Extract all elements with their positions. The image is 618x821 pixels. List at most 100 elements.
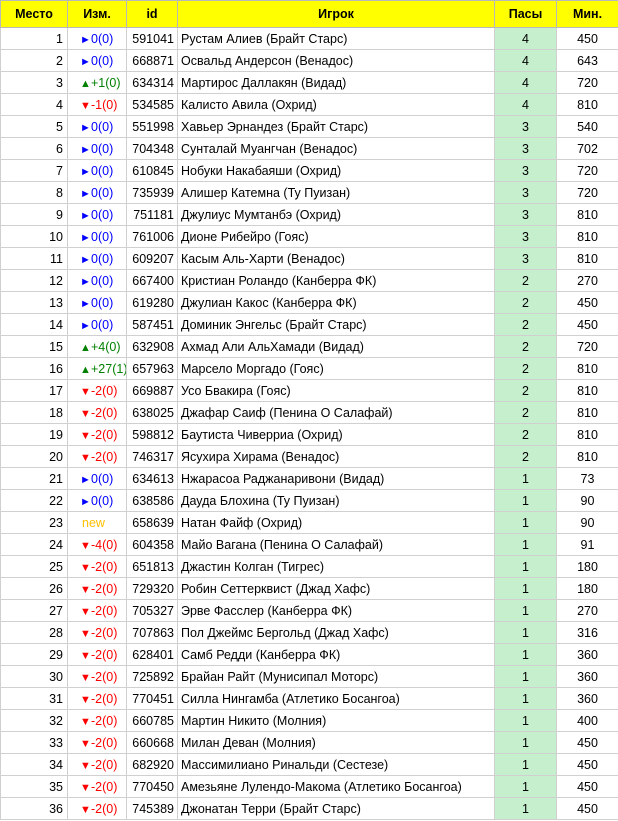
change-indicator: ►0(0) <box>80 472 113 486</box>
header-player[interactable]: Игрок <box>177 0 495 28</box>
id-cell: 735939 <box>126 181 178 204</box>
table-row[interactable]: 36 ▼-2(0) 745389 Джонатан Терри (Брайт Стар… <box>0 797 618 820</box>
change-value: -2(0) <box>91 383 118 398</box>
minutes-cell: 810 <box>556 203 618 226</box>
table-row[interactable]: 25 ▼-2(0) 651813 Джастин Колган (Тигрес) 1 18… <box>0 555 618 578</box>
triangle-down-icon: ▼ <box>80 539 91 552</box>
table-row[interactable]: 21 ►0(0) 634613 Нжарасоа Раджанаривони (Вид… <box>0 467 618 490</box>
passes-cell: 2 <box>494 357 557 380</box>
passes-cell: 1 <box>494 577 557 600</box>
table-row[interactable]: 33 ▼-2(0) 660668 Милан Деван (Молния) 1 450 <box>0 731 618 754</box>
player-cell: Алишер Катемна (Ту Пуизан) <box>177 181 495 204</box>
id-cell: 628401 <box>126 643 178 666</box>
change-indicator: ►0(0) <box>80 208 113 222</box>
change-indicator: ▼-2(0) <box>80 428 117 442</box>
passes-cell: 1 <box>494 555 557 578</box>
triangle-down-icon: ▼ <box>80 451 91 464</box>
table-row[interactable]: 15 ▲+4(0) 632908 Ахмад Али АльХамади (Видад… <box>0 335 618 358</box>
triangle-down-icon: ▼ <box>80 649 91 662</box>
minutes-cell: 810 <box>556 357 618 380</box>
change-value: +27(1) <box>91 361 127 376</box>
table-row[interactable]: 2 ►0(0) 668871 Освальд Андерсон (Венадос) 4 6… <box>0 49 618 72</box>
header-id[interactable]: id <box>126 0 178 28</box>
player-cell: Кристиан Роландо (Канберра ФК) <box>177 269 495 292</box>
minutes-cell: 270 <box>556 269 618 292</box>
table-row[interactable]: 17 ▼-2(0) 669887 Усо Бвакира (Гояс) 2 810 <box>0 379 618 402</box>
table-row[interactable]: 22 ►0(0) 638586 Дауда Блохина (Ту Пуизан) 1 9… <box>0 489 618 512</box>
table-row[interactable]: 10 ►0(0) 761006 Дионе Рибейро (Гояс) 3 810 <box>0 225 618 248</box>
change-indicator: ▼-2(0) <box>80 450 117 464</box>
triangle-down-icon: ▼ <box>80 605 91 618</box>
minutes-cell: 270 <box>556 599 618 622</box>
table-row[interactable]: 23 new 658639 Натан Файф (Охрид) 1 90 <box>0 511 618 534</box>
rank-cell: 22 <box>0 489 68 512</box>
player-cell: Дионе Рибейро (Гояс) <box>177 225 495 248</box>
header-change[interactable]: Изм. <box>67 0 127 28</box>
table-row[interactable]: 13 ►0(0) 619280 Джулиан Какос (Канберра ФК)… <box>0 291 618 314</box>
table-row[interactable]: 5 ►0(0) 551998 Хавьер Эрнандез (Брайт Старс… <box>0 115 618 138</box>
change-indicator: ►0(0) <box>80 274 113 288</box>
table-row[interactable]: 19 ▼-2(0) 598812 Баутиста Чиверриа (Охрид) 2… <box>0 423 618 446</box>
change-indicator: ►0(0) <box>80 230 113 244</box>
change-cell: ►0(0) <box>67 489 127 512</box>
table-row[interactable]: 6 ►0(0) 704348 Сунталай Муангчан (Венадос) 3… <box>0 137 618 160</box>
table-row[interactable]: 30 ▼-2(0) 725892 Брайан Райт (Мунисипал Мот… <box>0 665 618 688</box>
minutes-cell: 810 <box>556 423 618 446</box>
table-row[interactable]: 20 ▼-2(0) 746317 Ясухира Хирама (Венадос) 2 8… <box>0 445 618 468</box>
change-value: 0(0) <box>91 273 114 288</box>
header-passes[interactable]: Пасы <box>494 0 557 28</box>
passes-cell: 1 <box>494 797 557 820</box>
player-cell: Пол Джеймс Бергольд (Джад Хафс) <box>177 621 495 644</box>
table-row[interactable]: 16 ▲+27(1) 657963 Марсело Моргадо (Гояс) 2 81… <box>0 357 618 380</box>
table-row[interactable]: 27 ▼-2(0) 705327 Эрве Фасслер (Канберра ФК)… <box>0 599 618 622</box>
minutes-cell: 540 <box>556 115 618 138</box>
id-cell: 657963 <box>126 357 178 380</box>
passes-cell: 3 <box>494 137 557 160</box>
change-cell: ▼-2(0) <box>67 731 127 754</box>
player-cell: Касым Аль-Харти (Венадос) <box>177 247 495 270</box>
table-row[interactable]: 35 ▼-2(0) 770450 Амезьяне Лулендо-Макома (А… <box>0 775 618 798</box>
table-row[interactable]: 4 ▼-1(0) 534585 Калисто Авила (Охрид) 4 810 <box>0 93 618 116</box>
table-row[interactable]: 32 ▼-2(0) 660785 Мартин Никито (Молния) 1 400 <box>0 709 618 732</box>
triangle-right-icon: ► <box>80 319 91 332</box>
table-row[interactable]: 28 ▼-2(0) 707863 Пол Джеймс Бергольд (Джад … <box>0 621 618 644</box>
change-cell: ►0(0) <box>67 159 127 182</box>
player-cell: Дауда Блохина (Ту Пуизан) <box>177 489 495 512</box>
table-row[interactable]: 29 ▼-2(0) 628401 Самб Редди (Канберра ФК) 1 3… <box>0 643 618 666</box>
table-row[interactable]: 8 ►0(0) 735939 Алишер Катемна (Ту Пуизан) 3 7… <box>0 181 618 204</box>
minutes-cell: 180 <box>556 555 618 578</box>
passes-cell: 1 <box>494 709 557 732</box>
passes-cell: 2 <box>494 379 557 402</box>
table-row[interactable]: 24 ▼-4(0) 604358 Майо Вагана (Пенина О Сала… <box>0 533 618 556</box>
change-cell: ▼-2(0) <box>67 687 127 710</box>
passes-cell: 1 <box>494 775 557 798</box>
triangle-right-icon: ► <box>80 253 91 266</box>
table-row[interactable]: 1 ►0(0) 591041 Рустам Алиев (Брайт Старс) 4 4… <box>0 27 618 50</box>
table-row[interactable]: 9 ►0(0) 751181 Джулиус Мумтанбэ (Охрид) 3 810 <box>0 203 618 226</box>
minutes-cell: 450 <box>556 731 618 754</box>
header-rank[interactable]: Место <box>0 0 68 28</box>
change-cell: ►0(0) <box>67 291 127 314</box>
passes-cell: 3 <box>494 115 557 138</box>
triangle-right-icon: ► <box>80 231 91 244</box>
table-row[interactable]: 12 ►0(0) 667400 Кристиан Роландо (Канберра … <box>0 269 618 292</box>
table-row[interactable]: 3 ▲+1(0) 634314 Мартирос Даллакян (Видад) 4 7… <box>0 71 618 94</box>
passes-cell: 2 <box>494 313 557 336</box>
table-row[interactable]: 14 ►0(0) 587451 Доминик Энгельс (Брайт Стар… <box>0 313 618 336</box>
table-row[interactable]: 18 ▼-2(0) 638025 Джафар Саиф (Пенина О Сала… <box>0 401 618 424</box>
player-cell: Освальд Андерсон (Венадос) <box>177 49 495 72</box>
change-value: 0(0) <box>91 295 114 310</box>
table-row[interactable]: 11 ►0(0) 609207 Касым Аль-Харти (Венадос) 3 8… <box>0 247 618 270</box>
table-row[interactable]: 34 ▼-2(0) 682920 Массимилиано Ринальди (Сес… <box>0 753 618 776</box>
table-row[interactable]: 26 ▼-2(0) 729320 Робин Сеттерквист (Джад Ха… <box>0 577 618 600</box>
change-cell: ►0(0) <box>67 269 127 292</box>
table-row[interactable]: 31 ▼-2(0) 770451 Силла Нингамба (Атлетико Б… <box>0 687 618 710</box>
id-cell: 632908 <box>126 335 178 358</box>
minutes-cell: 90 <box>556 489 618 512</box>
header-minutes[interactable]: Мин. <box>556 0 618 28</box>
change-indicator: ►0(0) <box>80 54 113 68</box>
table-row[interactable]: 7 ►0(0) 610845 Нобуки Накабаяши (Охрид) 3 720 <box>0 159 618 182</box>
change-indicator: ▼-2(0) <box>80 780 117 794</box>
passes-cell: 1 <box>494 731 557 754</box>
triangle-down-icon: ▼ <box>80 385 91 398</box>
